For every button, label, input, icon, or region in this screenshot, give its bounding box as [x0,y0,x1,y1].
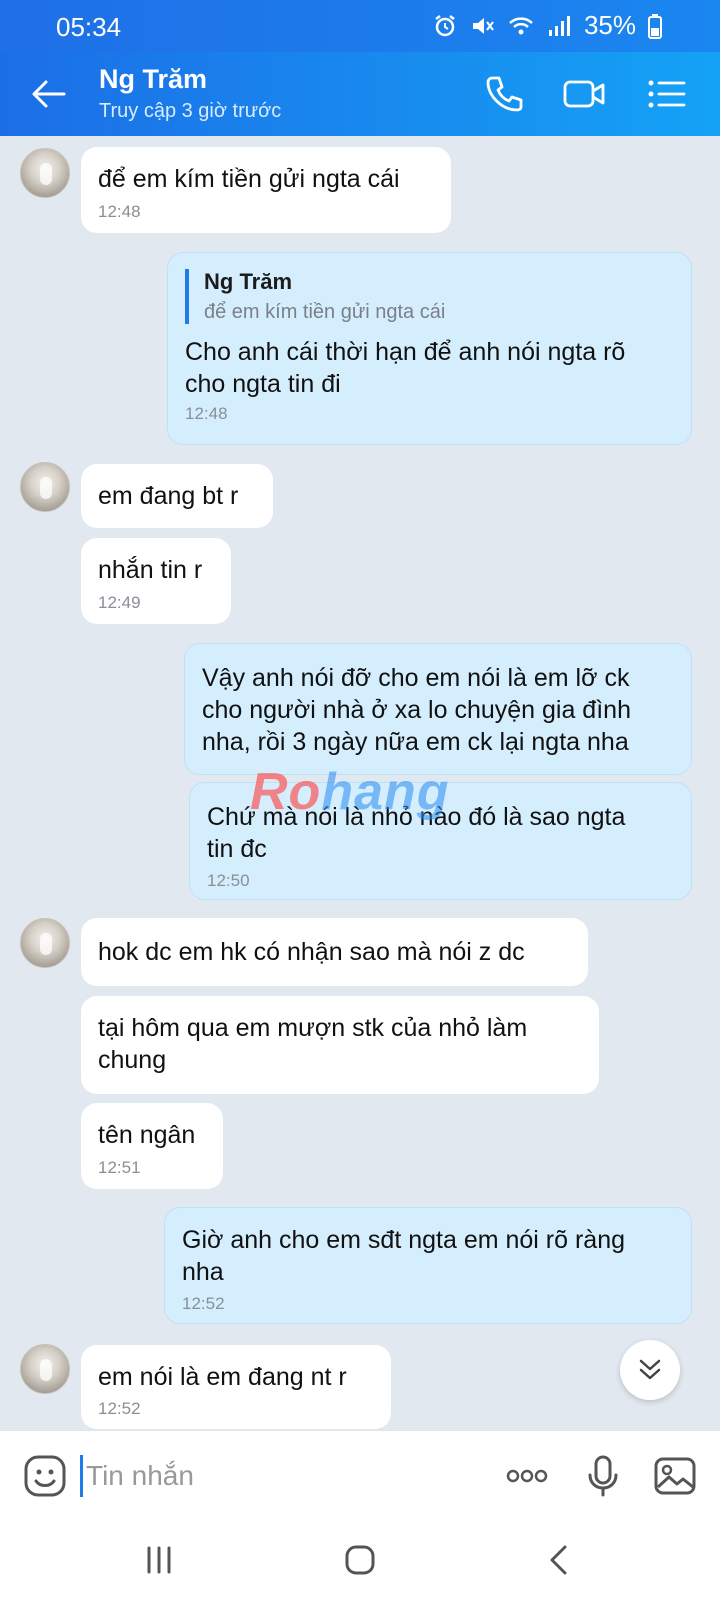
status-time: 05:34 [56,12,122,42]
menu-list-icon[interactable] [644,72,688,116]
chevron-down-icon [639,1359,661,1380]
contact-avatar[interactable] [20,148,70,198]
message-time: 12:51 [98,1158,141,1177]
message-time: 12:48 [98,202,141,221]
microphone-icon[interactable] [580,1453,626,1499]
chat-header: Ng Trăm Truy cập 3 giờ trước [0,52,720,136]
alarm-icon [435,14,455,36]
message-text: em đang bt r [98,482,239,510]
message-bubble-outgoing[interactable]: Giờ anh cho em sđt ngta em nói rõ ràng n… [164,1207,692,1324]
emoji-icon[interactable] [22,1453,68,1499]
message-text: em nói là em đang nt r [98,1363,347,1391]
message-text-line: cho người nhà ở xa lo chuyện gia đình [202,696,631,724]
message-bubble-incoming[interactable]: em đang bt r [81,464,273,528]
battery-icon [648,13,662,39]
contact-avatar[interactable] [20,1344,70,1394]
message-text: tên ngân [98,1121,196,1149]
last-seen-status: Truy cập 3 giờ trước [99,100,282,122]
phone-icon[interactable] [482,72,526,116]
system-navigation-bar [0,1520,720,1600]
message-bubble-incoming[interactable]: nhắn tin r 12:49 [81,538,231,624]
message-bubble-incoming[interactable]: tên ngân 12:51 [81,1103,223,1189]
message-text-line: Vậy anh nói đỡ cho em nói là em lỡ ck [202,664,630,692]
message-bubble-outgoing[interactable]: Vậy anh nói đỡ cho em nói là em lỡ ck ch… [184,643,692,775]
message-text-line: nha [182,1258,224,1286]
message-time: 12:52 [182,1294,225,1313]
message-time: 12:48 [185,404,228,423]
message-text-line: Giờ anh cho em sđt ngta em nói rõ ràng [182,1226,626,1254]
message-text: để em kím tiền gửi ngta cái [98,165,400,193]
message-time: 12:50 [207,871,250,890]
message-bubble-incoming[interactable]: tại hôm qua em mượn stk của nhỏ làm chun… [81,996,599,1094]
message-input[interactable]: Tin nhắn [80,1455,194,1497]
contact-avatar[interactable] [20,462,70,512]
home-icon[interactable] [342,1542,378,1578]
battery-percent: 35% [583,10,636,40]
message-text-line: Chứ mà nói là nhỏ nào đó là sao ngta [207,803,626,831]
contact-avatar[interactable] [20,918,70,968]
video-call-icon[interactable] [562,72,606,116]
contact-name[interactable]: Ng Trăm [99,64,207,95]
message-text-line: tin đc [207,835,267,863]
status-bar: 05:34 35% [0,0,720,52]
message-text-line: cho ngta tin đi [185,370,341,398]
quote-text: để em kím tiền gửi ngta cái [204,301,446,323]
message-bubble-outgoing[interactable]: Chứ mà nói là nhỏ nào đó là sao ngta tin… [189,782,692,900]
wifi-icon [509,16,533,34]
message-text: nhắn tin r [98,556,203,584]
message-text-line: tại hôm qua em mượn stk của nhỏ làm [98,1014,528,1042]
more-icon[interactable] [504,1453,550,1499]
message-time: 12:49 [98,593,141,612]
back-arrow-icon[interactable] [28,74,68,114]
message-bubble-outgoing[interactable]: Ng Trăm để em kím tiền gửi ngta cái Cho … [167,252,692,445]
recent-apps-icon[interactable] [141,1542,177,1578]
message-composer: Tin nhắn [0,1430,720,1520]
scroll-to-bottom-button[interactable] [620,1340,680,1400]
image-icon[interactable] [652,1453,698,1499]
mute-icon [472,17,494,34]
message-text-line: Cho anh cái thời hạn để anh nói ngta rõ [185,338,626,366]
message-text-line: chung [98,1046,167,1074]
message-text-line: nha, rồi 3 ngày nữa em ck lại ngta nha [202,728,629,756]
message-time: 12:52 [98,1399,141,1418]
signal-icon [548,15,570,36]
nav-back-icon[interactable] [542,1542,578,1578]
quote-sender: Ng Trăm [204,269,293,294]
message-text: hok dc em hk có nhận sao mà nói z dc [98,938,525,966]
message-bubble-incoming[interactable]: em nói là em đang nt r 12:52 [81,1345,391,1429]
message-bubble-incoming[interactable]: hok dc em hk có nhận sao mà nói z dc [81,918,588,986]
reply-quote[interactable]: Ng Trăm để em kím tiền gửi ngta cái [185,269,674,324]
message-bubble-incoming[interactable]: để em kím tiền gửi ngta cái 12:48 [81,147,451,233]
